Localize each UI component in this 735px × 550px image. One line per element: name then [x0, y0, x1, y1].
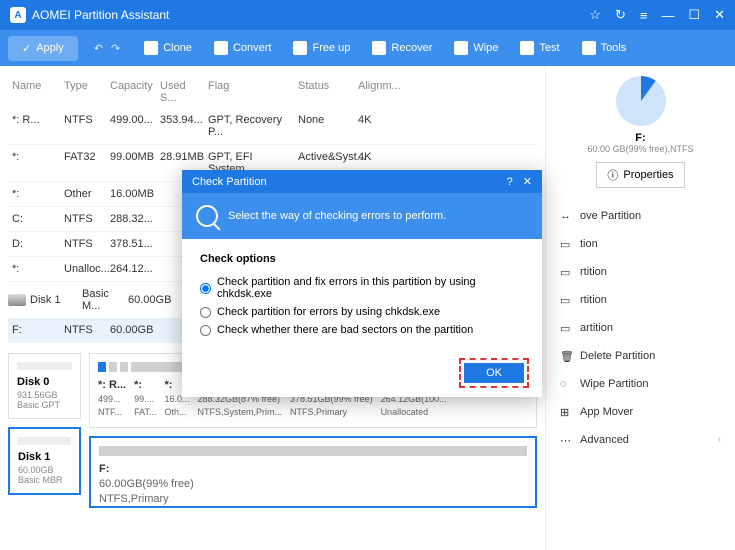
dialog-banner: Select the way of checking errors to per…: [228, 210, 446, 222]
option-badsector[interactable]: Check whether there are bad sectors on t…: [200, 321, 524, 339]
col-name[interactable]: Name: [8, 80, 60, 104]
wipe-button[interactable]: Wipe: [446, 35, 506, 61]
tools-button[interactable]: Tools: [574, 35, 635, 61]
col-used[interactable]: Used S...: [156, 80, 204, 104]
test-icon: [520, 41, 534, 55]
test-button[interactable]: Test: [512, 35, 567, 61]
sidebar-item[interactable]: ▭artition: [556, 314, 725, 342]
disk0-card[interactable]: Disk 0 931.56GB Basic GPT: [8, 353, 81, 419]
help-icon[interactable]: ?: [507, 176, 513, 188]
dialog-title: Check Partition: [192, 176, 507, 188]
undo-icon[interactable]: ↶: [94, 42, 103, 55]
clone-button[interactable]: Clone: [136, 35, 200, 61]
freeup-icon: [293, 41, 307, 55]
option-fix[interactable]: Check partition and fix errors in this p…: [200, 273, 524, 303]
close-icon[interactable]: ✕: [714, 7, 725, 23]
dialog-close-icon[interactable]: ✕: [523, 175, 532, 188]
check-partition-dialog: Check Partition? ✕ Select the way of chec…: [182, 170, 542, 397]
star-icon[interactable]: ☆: [589, 7, 601, 23]
sidebar-item[interactable]: ⊞App Mover: [556, 398, 725, 426]
usage-pie: [616, 76, 666, 126]
properties-button[interactable]: ⓘProperties: [596, 162, 684, 188]
sidebar-item[interactable]: ↔ove Partition: [556, 202, 725, 230]
col-type[interactable]: Type: [60, 80, 106, 104]
maximize-icon[interactable]: ☐: [688, 7, 700, 23]
col-status[interactable]: Status: [294, 80, 354, 104]
convert-icon: [214, 41, 228, 55]
drive-subtitle: 60.00 GB(99% free),NTFS: [556, 144, 725, 154]
table-row[interactable]: *: R...NTFS499.00...353.94...GPT, Recove…: [8, 108, 537, 145]
search-icon: [196, 205, 218, 227]
wipe-icon: [454, 41, 468, 55]
table-header: Name Type Capacity Used S... Flag Status…: [8, 76, 537, 108]
disk-icon: [8, 294, 26, 306]
recover-icon: [372, 41, 386, 55]
apply-button[interactable]: ✓Apply: [8, 36, 78, 61]
disk1-strip[interactable]: F:60.00GB(99% free)NTFS,Primary: [89, 436, 537, 508]
sidebar: F: 60.00 GB(99% free),NTFS ⓘProperties ↔…: [545, 66, 735, 550]
titlebar: A AOMEI Partition Assistant ☆ ↻ ≡ — ☐ ✕: [0, 0, 735, 30]
redo-icon[interactable]: ↷: [111, 42, 120, 55]
sidebar-item[interactable]: ▭rtition: [556, 258, 725, 286]
refresh-icon[interactable]: ↻: [615, 7, 626, 23]
minimize-icon[interactable]: —: [661, 8, 674, 23]
sidebar-item[interactable]: ▭tion: [556, 230, 725, 258]
option-check[interactable]: Check partition for errors by using chkd…: [200, 303, 524, 321]
sidebar-item[interactable]: 🗑Delete Partition: [556, 342, 725, 370]
sidebar-item[interactable]: ▭rtition: [556, 286, 725, 314]
menu-icon[interactable]: ≡: [640, 8, 648, 23]
disk1-card[interactable]: Disk 1 60.00GB Basic MBR: [8, 427, 81, 495]
options-heading: Check options: [200, 253, 524, 265]
drive-title: F:: [556, 132, 725, 144]
app-icon: A: [10, 7, 26, 23]
info-icon: ⓘ: [607, 167, 618, 183]
sidebar-item[interactable]: ⋯Advanced›: [556, 426, 725, 454]
convert-button[interactable]: Convert: [206, 35, 280, 61]
col-flag[interactable]: Flag: [204, 80, 294, 104]
check-icon: ✓: [22, 42, 31, 55]
ok-button[interactable]: OK: [464, 363, 524, 383]
freeup-button[interactable]: Free up: [285, 35, 358, 61]
toolbar: ✓Apply ↶↷ Clone Convert Free up Recover …: [0, 30, 735, 66]
sidebar-item[interactable]: ◌Wipe Partition: [556, 370, 725, 398]
app-title: AOMEI Partition Assistant: [32, 8, 589, 22]
clone-icon: [144, 41, 158, 55]
col-capacity[interactable]: Capacity: [106, 80, 156, 104]
col-align[interactable]: Alignm...: [354, 80, 404, 104]
recover-button[interactable]: Recover: [364, 35, 440, 61]
tools-icon: [582, 41, 596, 55]
